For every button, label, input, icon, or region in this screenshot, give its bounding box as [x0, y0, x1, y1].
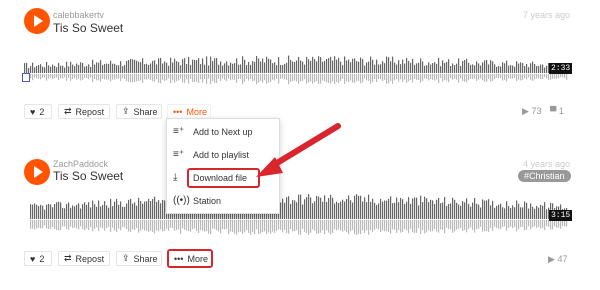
annotation-arrow [256, 123, 341, 177]
